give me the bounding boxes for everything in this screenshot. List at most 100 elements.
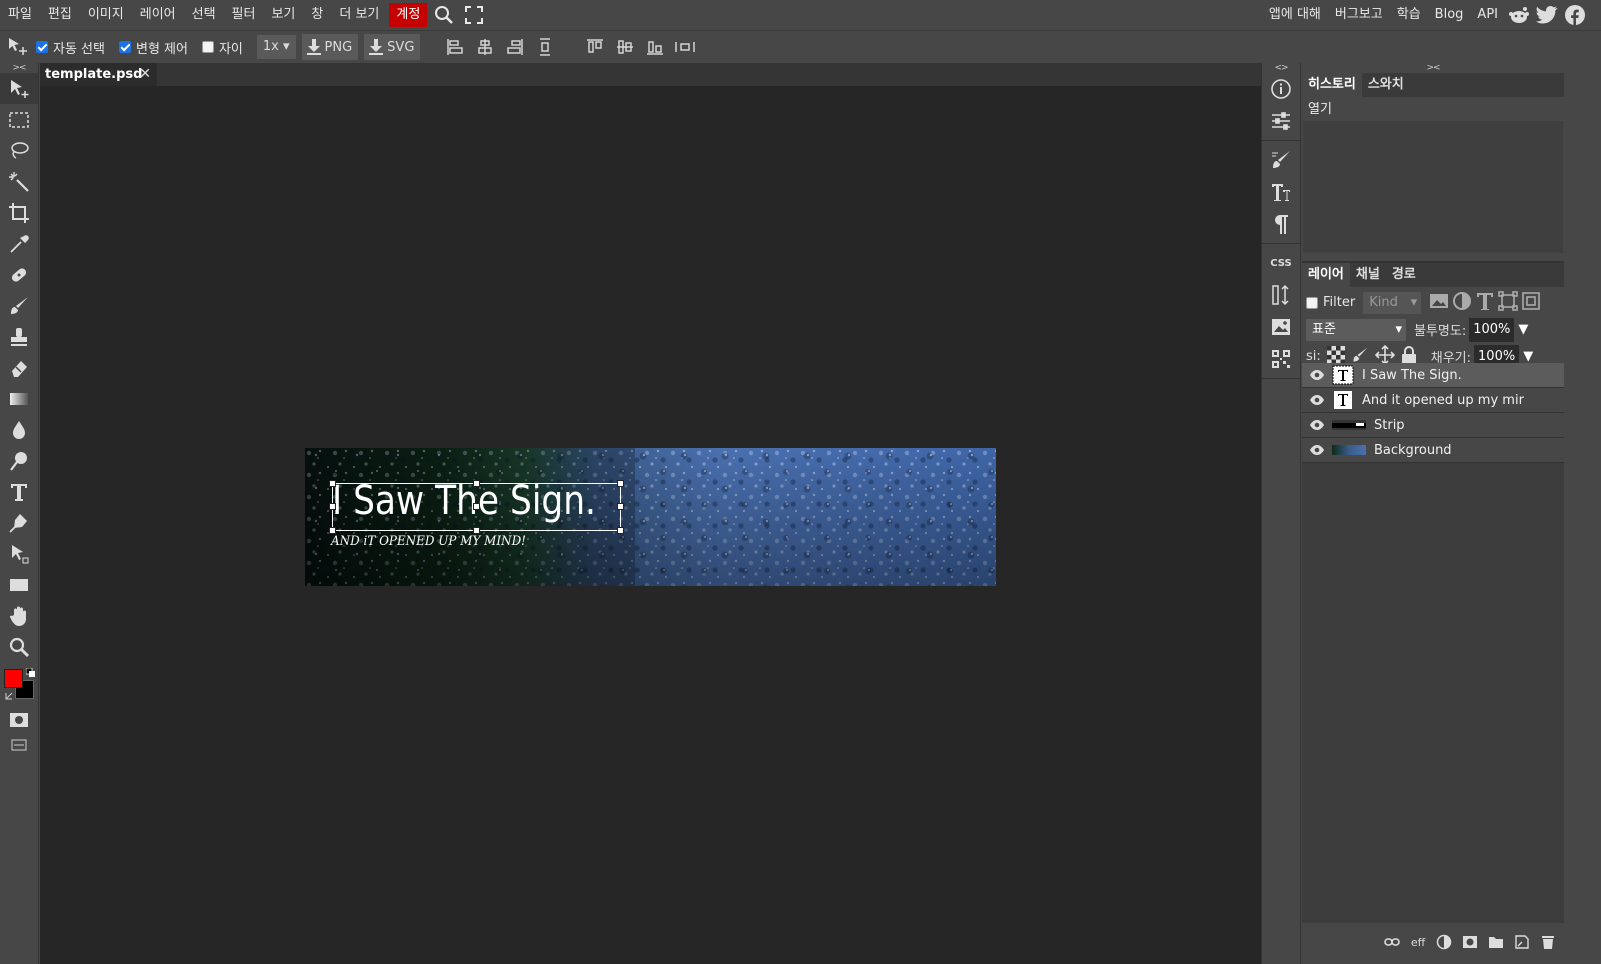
type-tool[interactable] <box>0 476 38 507</box>
sort-icon[interactable] <box>1262 279 1300 311</box>
hand-tool[interactable] <box>0 600 38 631</box>
transform-handle[interactable] <box>617 480 624 487</box>
css-icon[interactable]: CSS <box>1262 247 1300 279</box>
lasso-tool[interactable] <box>0 135 38 166</box>
kind-dropdown[interactable]: Kind ▾ <box>1363 291 1422 314</box>
info-icon[interactable] <box>1262 73 1300 105</box>
blur-tool[interactable] <box>0 414 38 445</box>
expand-panels-icon[interactable]: <> <box>1262 63 1300 73</box>
gradient-tool[interactable] <box>0 383 38 414</box>
transform-check[interactable] <box>118 41 131 53</box>
foreground-color[interactable] <box>4 669 23 688</box>
effects-button[interactable]: eff <box>1408 932 1428 952</box>
facebook-icon[interactable] <box>1561 3 1589 27</box>
character-icon[interactable] <box>1262 176 1300 208</box>
transform-handle[interactable] <box>329 527 336 534</box>
twitter-icon[interactable] <box>1533 3 1561 27</box>
distance-check[interactable] <box>201 41 214 53</box>
eraser-tool[interactable] <box>0 352 38 383</box>
close-icon[interactable]: ✕ <box>139 63 151 86</box>
zoom-tool[interactable] <box>0 631 38 662</box>
align-right-icon[interactable] <box>500 32 530 62</box>
document-canvas[interactable]: I Saw The Sign. AND iT OPENED UP MY MIND… <box>305 448 996 586</box>
collapse-panels-icon[interactable]: >< <box>1302 63 1564 73</box>
link-blog[interactable]: Blog <box>1428 3 1471 27</box>
fullscreen-icon[interactable] <box>461 3 487 27</box>
link-api[interactable]: API <box>1470 3 1505 27</box>
export-png-button[interactable]: PNG <box>301 34 359 60</box>
blend-mode-dropdown[interactable]: 표준 ▾ <box>1306 318 1406 341</box>
filter-shape-icon[interactable] <box>1498 290 1519 315</box>
align-top-icon[interactable] <box>580 32 610 62</box>
adjust-icon[interactable] <box>1262 105 1300 137</box>
align-left-icon[interactable] <box>440 32 470 62</box>
canvas-workspace[interactable]: I Saw The Sign. AND iT OPENED UP MY MIND… <box>40 86 1261 964</box>
distance-checkbox[interactable]: 자이 <box>201 38 243 57</box>
link-bug-report[interactable]: 버그보고 <box>1328 3 1390 27</box>
tab-template-psd[interactable]: template.psd ✕ <box>40 63 157 86</box>
menu-window[interactable]: 창 <box>303 3 331 27</box>
eye-icon[interactable] <box>1302 369 1332 381</box>
export-svg-button[interactable]: SVG <box>364 34 421 60</box>
stamp-tool[interactable] <box>0 321 38 352</box>
brush-settings-icon[interactable] <box>1262 144 1300 176</box>
paragraph-icon[interactable] <box>1262 208 1300 240</box>
brush-tool[interactable] <box>0 290 38 321</box>
menu-layer[interactable]: 레이어 <box>132 3 184 27</box>
transform-handle[interactable] <box>329 503 336 510</box>
transform-handle[interactable] <box>617 503 624 510</box>
layer-row[interactable]: And it opened up my mir <box>1302 388 1564 413</box>
layer-row[interactable]: I Saw The Sign. <box>1302 363 1564 388</box>
screen-mode-tool[interactable] <box>0 735 38 755</box>
tab-layers[interactable]: 레이어 <box>1302 263 1350 287</box>
menu-more[interactable]: 더 보기 <box>331 3 387 27</box>
menu-file[interactable]: 파일 <box>0 3 40 27</box>
layer-row[interactable]: Strip <box>1302 413 1564 438</box>
move-tool[interactable] <box>0 73 38 104</box>
image-icon[interactable] <box>1262 311 1300 343</box>
tab-paths[interactable]: 경로 <box>1386 263 1422 287</box>
mask-icon[interactable] <box>1460 932 1480 952</box>
tab-history[interactable]: 히스토리 <box>1302 73 1362 97</box>
selection-bounding-box[interactable] <box>329 480 624 534</box>
transform-handle[interactable] <box>617 527 624 534</box>
filter-type-icon[interactable] <box>1475 291 1495 315</box>
search-icon[interactable] <box>431 3 457 27</box>
distribute-v-icon[interactable] <box>530 32 560 62</box>
magic-wand-tool[interactable] <box>0 166 38 197</box>
link-about[interactable]: 앱에 대해 <box>1262 3 1328 27</box>
align-bottom-icon[interactable] <box>640 32 670 62</box>
eyedropper-tool[interactable] <box>0 228 38 259</box>
filter-checkbox[interactable]: Filter <box>1306 295 1355 310</box>
transform-handle[interactable] <box>329 480 336 487</box>
adjustment-layer-icon[interactable] <box>1434 932 1454 952</box>
menu-view[interactable]: 보기 <box>263 3 303 27</box>
opacity-input[interactable]: 100% <box>1469 317 1515 342</box>
layer-row[interactable]: Background <box>1302 438 1564 463</box>
panel-scrollbar[interactable] <box>1564 63 1601 964</box>
transform-handle[interactable] <box>473 503 480 510</box>
dodge-tool[interactable] <box>0 445 38 476</box>
folder-icon[interactable] <box>1486 932 1506 952</box>
tab-swatches[interactable]: 스와치 <box>1362 73 1410 97</box>
menu-select[interactable]: 선택 <box>184 3 224 27</box>
swap-colors-icon[interactable] <box>25 667 36 677</box>
filter-check[interactable] <box>1306 296 1318 309</box>
collapse-tools-icon[interactable]: >< <box>0 63 38 73</box>
new-layer-icon[interactable] <box>1512 932 1532 952</box>
qr-icon[interactable] <box>1262 343 1300 375</box>
align-center-h-icon[interactable] <box>470 32 500 62</box>
transform-handle[interactable] <box>473 480 480 487</box>
opacity-dropdown-icon[interactable]: ▼ <box>1518 322 1528 337</box>
filter-smart-icon[interactable] <box>1521 291 1541 315</box>
align-middle-v-icon[interactable] <box>610 32 640 62</box>
filter-image-icon[interactable] <box>1429 293 1449 313</box>
move-tool-options-icon[interactable] <box>0 32 36 62</box>
link-icon[interactable] <box>1382 932 1402 952</box>
history-item-open[interactable]: 열기 <box>1302 97 1564 121</box>
quick-mask-tool[interactable] <box>0 704 38 735</box>
path-select-tool[interactable] <box>0 538 38 569</box>
zoom-dropdown[interactable]: 1x ▾ <box>256 35 296 59</box>
distribute-h-icon[interactable] <box>670 32 700 62</box>
shape-tool[interactable] <box>0 569 38 600</box>
